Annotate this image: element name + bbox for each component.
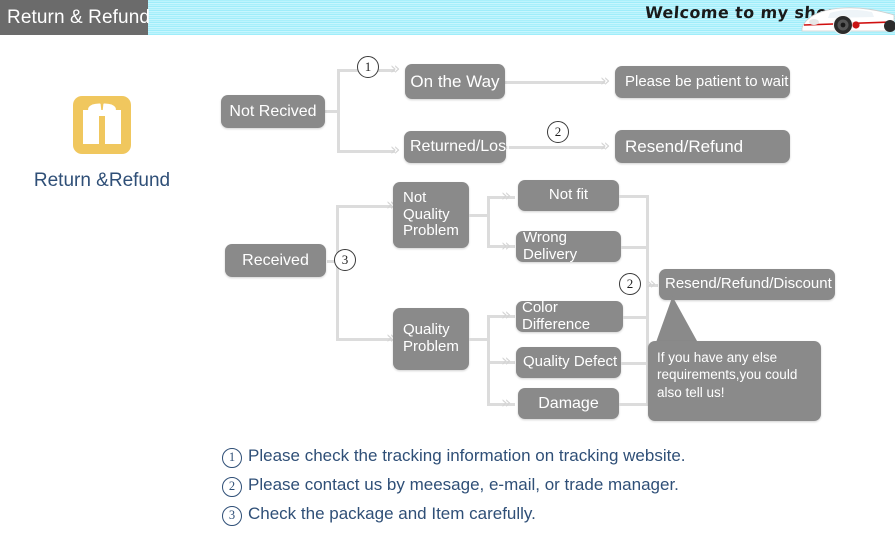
marker-1: 1 <box>357 56 379 78</box>
node-color-difference[interactable]: Color Difference <box>516 299 623 332</box>
node-please-wait[interactable]: Please be patient to wait <box>615 66 790 98</box>
return-refund-infographic: Return & Refund Welcome to my shop Retur… <box>0 0 895 553</box>
connector <box>619 403 649 406</box>
note-item: 1 Please check the tracking information … <box>222 446 742 468</box>
connector <box>487 196 490 247</box>
connector <box>619 195 649 198</box>
sports-car-icon <box>800 2 895 35</box>
node-on-the-way[interactable]: On the Way <box>405 64 505 99</box>
node-resend-refund[interactable]: Resend/Refund <box>615 130 790 163</box>
arrow-head-icon: » <box>501 236 512 256</box>
connector <box>336 205 339 341</box>
marker-3: 3 <box>334 249 356 271</box>
connector <box>487 315 490 404</box>
arrow-head-icon: » <box>501 393 512 413</box>
arrow-head-icon: » <box>390 59 401 79</box>
node-wrong-delivery[interactable]: Wrong Delivery <box>516 229 621 262</box>
page-title-tab: Return & Refund <box>0 0 150 35</box>
marker-2-bottom: 2 <box>619 273 641 295</box>
connector <box>337 150 395 153</box>
node-not-recived[interactable]: Not Recived <box>221 95 325 128</box>
connector <box>469 338 489 341</box>
note-item: 3 Check the package and Item carefully. <box>222 504 742 526</box>
brand-block: Return &Refund <box>22 96 182 192</box>
note-text: Check the package and Item carefully. <box>248 504 536 523</box>
node-quality-problem[interactable]: Quality Problem <box>393 308 469 370</box>
arrow-head-icon: » <box>600 136 611 156</box>
arrow-head-icon: » <box>390 140 401 160</box>
node-damage[interactable]: Damage <box>518 388 619 419</box>
connector <box>336 205 392 208</box>
arrow-head-icon: » <box>501 351 512 371</box>
node-quality-defect[interactable]: Quality Defect <box>516 347 621 378</box>
arrow-head-icon: » <box>646 274 657 294</box>
connector <box>621 246 649 249</box>
arrow-head-icon: » <box>501 305 512 325</box>
footer-notes: 1 Please check the tracking information … <box>222 446 742 533</box>
node-resend-refund-discount[interactable]: Resend/Refund/Discount <box>659 269 835 300</box>
node-returned-lost[interactable]: Returned/Lost <box>404 131 511 163</box>
speech-bubble-note: If you have any else requirements,you co… <box>648 341 821 421</box>
header-bar: Return & Refund Welcome to my shop <box>0 0 895 35</box>
connector <box>336 338 392 341</box>
note-number: 3 <box>222 506 242 526</box>
note-number: 1 <box>222 448 242 468</box>
connector <box>337 69 340 153</box>
node-not-quality-problem[interactable]: Not Quality Problem <box>393 182 469 248</box>
arrow-head-icon: » <box>600 71 611 91</box>
node-not-fit[interactable]: Not fit <box>518 180 619 211</box>
brand-label: Return &Refund <box>33 170 171 191</box>
gift-box-icon <box>73 96 131 154</box>
note-number: 2 <box>222 477 242 497</box>
note-text: Please check the tracking information on… <box>248 446 686 465</box>
marker-2-top: 2 <box>547 121 569 143</box>
note-item: 2 Please contact us by meesage, e-mail, … <box>222 475 742 497</box>
connector <box>506 146 605 149</box>
arrow-head-icon: » <box>501 186 512 206</box>
connector <box>505 81 605 84</box>
note-text: Please contact us by meesage, e-mail, or… <box>248 475 679 494</box>
connector <box>469 214 489 217</box>
connector <box>621 362 649 365</box>
node-received[interactable]: Received <box>225 244 326 277</box>
